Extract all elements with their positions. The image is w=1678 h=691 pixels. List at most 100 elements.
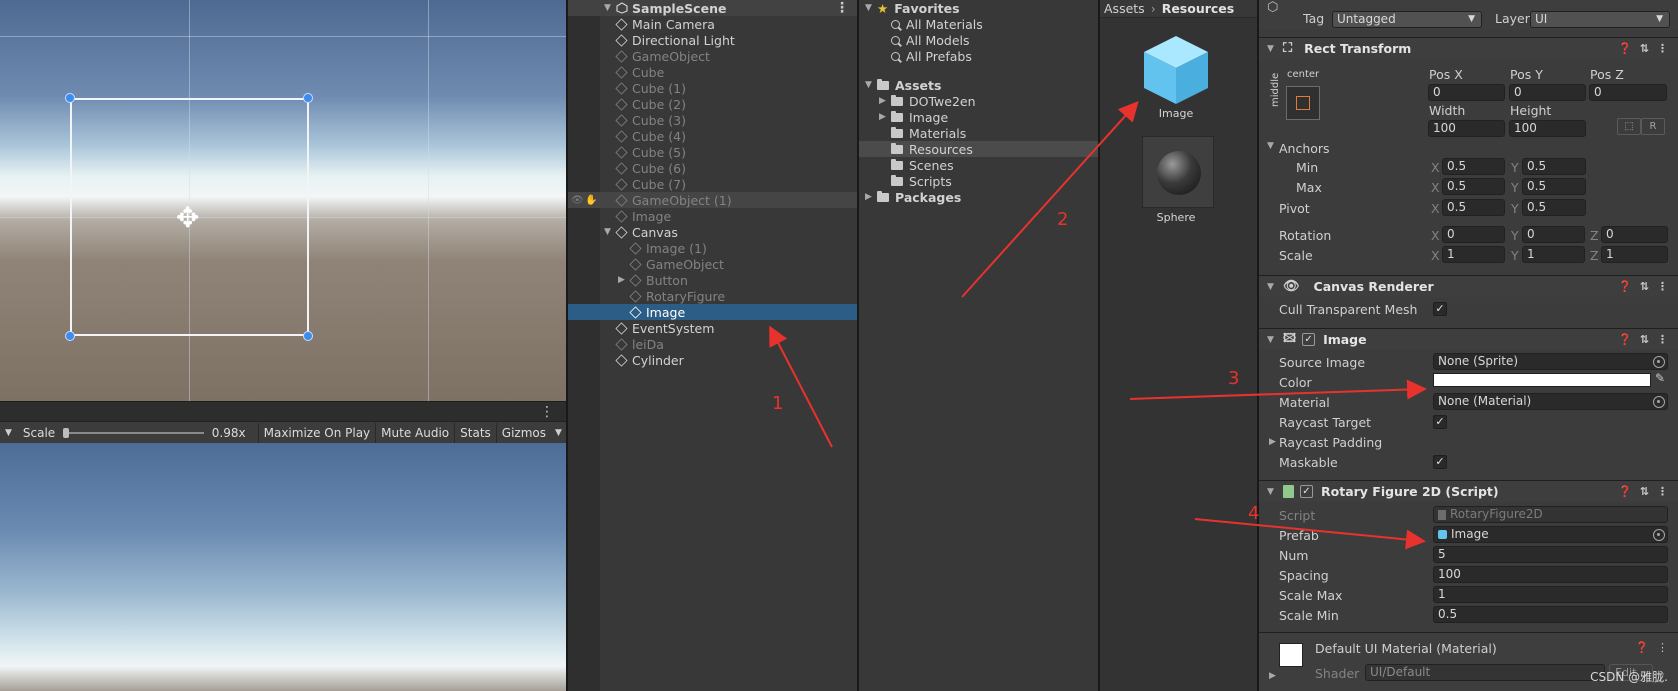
tag-dropdown[interactable]: Untagged ▼ [1332,11,1482,28]
scale-slider[interactable] [63,428,204,438]
game-view[interactable] [0,443,566,691]
hierarchy-menu-icon[interactable]: ⋮ [835,1,849,15]
preset-icon[interactable]: ⇅ [1640,485,1649,498]
foldout-icon[interactable]: ▶ [865,192,877,202]
layer-dropdown[interactable]: UI ▼ [1530,11,1670,28]
image-component-header[interactable]: ▼ 🖾 ✓ Image ❓ ⇅ ⋮ [1259,328,1678,350]
hierarchy-item[interactable]: GameObject (1) 👁 ✋ [568,192,857,208]
project-folder-item[interactable]: Materials [859,125,1098,141]
hierarchy-item[interactable]: ▶ Button [568,272,857,288]
hierarchy-item[interactable]: ▼ Canvas [568,224,857,240]
rect-handle-bottom-left[interactable] [65,331,75,341]
eyedropper-icon[interactable]: ✎ [1655,371,1665,385]
preset-icon[interactable]: ⇅ [1640,333,1649,346]
foldout-icon[interactable]: ▼ [604,3,616,13]
hierarchy-item[interactable]: Cube (4) [568,128,857,144]
kebab-menu-icon[interactable]: ⋮ [1657,42,1668,55]
kebab-menu-icon[interactable]: ⋮ [1657,333,1668,346]
packages-header[interactable]: ▶ Packages [859,189,1098,205]
object-picker-icon[interactable] [1653,529,1665,541]
hierarchy-item[interactable]: Cylinder [568,352,857,368]
preset-icon[interactable]: ⇅ [1640,42,1649,55]
anchor-preset-button[interactable] [1286,86,1320,120]
rot-z-field[interactable]: 0 [1601,226,1668,243]
min-x-field[interactable]: 0.5 [1442,158,1505,175]
scale-y-field[interactable]: 1 [1522,246,1585,263]
maskable-checkbox[interactable]: ✓ [1433,455,1447,469]
favorite-item[interactable]: All Models [859,32,1098,48]
rotary-figure-header[interactable]: ▼ ✓ Rotary Figure 2D (Script) ❓ ⇅ ⋮ [1259,480,1678,502]
project-folder-item[interactable]: Scenes [859,157,1098,173]
material-thumbnail[interactable] [1142,136,1214,208]
foldout-icon[interactable]: ▼ [1267,282,1279,292]
project-folder-item[interactable]: ▶ Image [859,109,1098,125]
rot-y-field[interactable]: 0 [1522,226,1585,243]
scale-slider-knob[interactable] [63,428,70,438]
scale-min-field[interactable]: 0.5 [1433,606,1668,623]
foldout-collapsed-icon[interactable]: ▶ [879,112,891,122]
width-field[interactable]: 100 [1428,120,1505,137]
hierarchy-item[interactable]: Cube [568,64,857,80]
prefab-field[interactable]: Image [1433,526,1668,543]
hierarchy-item[interactable]: Cube (1) [568,80,857,96]
kebab-menu-icon[interactable]: ⋮ [540,405,554,419]
scale-max-field[interactable]: 1 [1433,586,1668,603]
hierarchy-item[interactable]: Image (1) [568,240,857,256]
hierarchy-item[interactable]: Directional Light [568,32,857,48]
dropdown-arrow-icon[interactable]: ▼ [0,428,17,438]
material-field[interactable]: None (Material) [1433,393,1668,410]
favorite-item[interactable]: All Materials [859,16,1098,32]
kebab-menu-icon[interactable]: ⋮ [1657,485,1668,498]
source-image-field[interactable]: None (Sprite) [1433,353,1668,370]
kebab-menu-icon[interactable]: ⋮ [1657,280,1668,293]
hierarchy-item[interactable]: RotaryFigure [568,288,857,304]
scale-z-field[interactable]: 1 [1601,246,1668,263]
blueprint-mode-icon[interactable]: ⬚ [1617,118,1641,135]
help-icon[interactable]: ❓ [1635,641,1649,654]
asset-label-sphere[interactable]: Sphere [1131,211,1221,224]
foldout-icon[interactable]: ▼ [1267,44,1279,54]
pos-z-field[interactable]: 0 [1589,84,1667,101]
foldout-icon[interactable]: ▼ [1267,487,1279,497]
canvas-renderer-header[interactable]: ▼ 👁 Canvas Renderer ❓ ⇅ ⋮ [1259,275,1678,297]
favorites-header[interactable]: ▼ ★ Favorites [859,0,1098,16]
rot-x-field[interactable]: 0 [1442,226,1505,243]
color-swatch[interactable] [1433,373,1651,387]
foldout-icon[interactable]: ▼ [865,80,877,90]
min-y-field[interactable]: 0.5 [1522,158,1586,175]
stats-button[interactable]: Stats [454,423,496,443]
object-picker-icon[interactable] [1653,356,1665,368]
anchors-foldout-icon[interactable]: ▼ [1267,141,1274,151]
foldout-collapsed-icon[interactable]: ▶ [1269,671,1276,681]
hierarchy-item[interactable]: Cube (7) [568,176,857,192]
visibility-eye-icon[interactable]: 👁 [571,195,584,206]
favorite-item[interactable]: All Prefabs [859,48,1098,64]
scene-root-row[interactable]: ▼ SampleScene ⋮ [568,0,857,16]
hierarchy-item[interactable]: GameObject [568,256,857,272]
foldout-collapsed-icon[interactable]: ▶ [1269,437,1276,447]
num-field[interactable]: 5 [1433,546,1668,563]
raycast-target-checkbox[interactable]: ✓ [1433,415,1447,429]
hierarchy-item[interactable]: Cube (6) [568,160,857,176]
pivot-x-field[interactable]: 0.5 [1442,199,1505,216]
breadcrumb-resources[interactable]: Resources [1162,1,1235,16]
pickable-hand-icon[interactable]: ✋ [585,195,597,206]
rect-handle-bottom-right[interactable] [303,331,313,341]
hierarchy-item[interactable]: Cube (2) [568,96,857,112]
breadcrumb-assets[interactable]: Assets [1104,1,1145,16]
raw-edit-button[interactable]: R [1641,118,1665,135]
project-folder-item[interactable]: Scripts [859,173,1098,189]
hierarchy-item[interactable]: Main Camera [568,16,857,32]
gizmos-dropdown-icon[interactable]: ▼ [551,428,566,438]
prefab-cube-icon[interactable] [1140,32,1212,108]
max-y-field[interactable]: 0.5 [1522,178,1586,195]
hierarchy-item[interactable]: Image [568,304,857,320]
pivot-y-field[interactable]: 0.5 [1522,199,1586,216]
mute-audio-button[interactable]: Mute Audio [375,423,454,443]
object-picker-icon[interactable] [1653,396,1665,408]
kebab-menu-icon[interactable]: ⋮ [1657,641,1668,654]
foldout-icon[interactable]: ▼ [1267,335,1279,345]
hierarchy-item[interactable]: GameObject [568,48,857,64]
pos-y-field[interactable]: 0 [1509,84,1586,101]
foldout-collapsed-icon[interactable]: ▶ [879,96,891,106]
